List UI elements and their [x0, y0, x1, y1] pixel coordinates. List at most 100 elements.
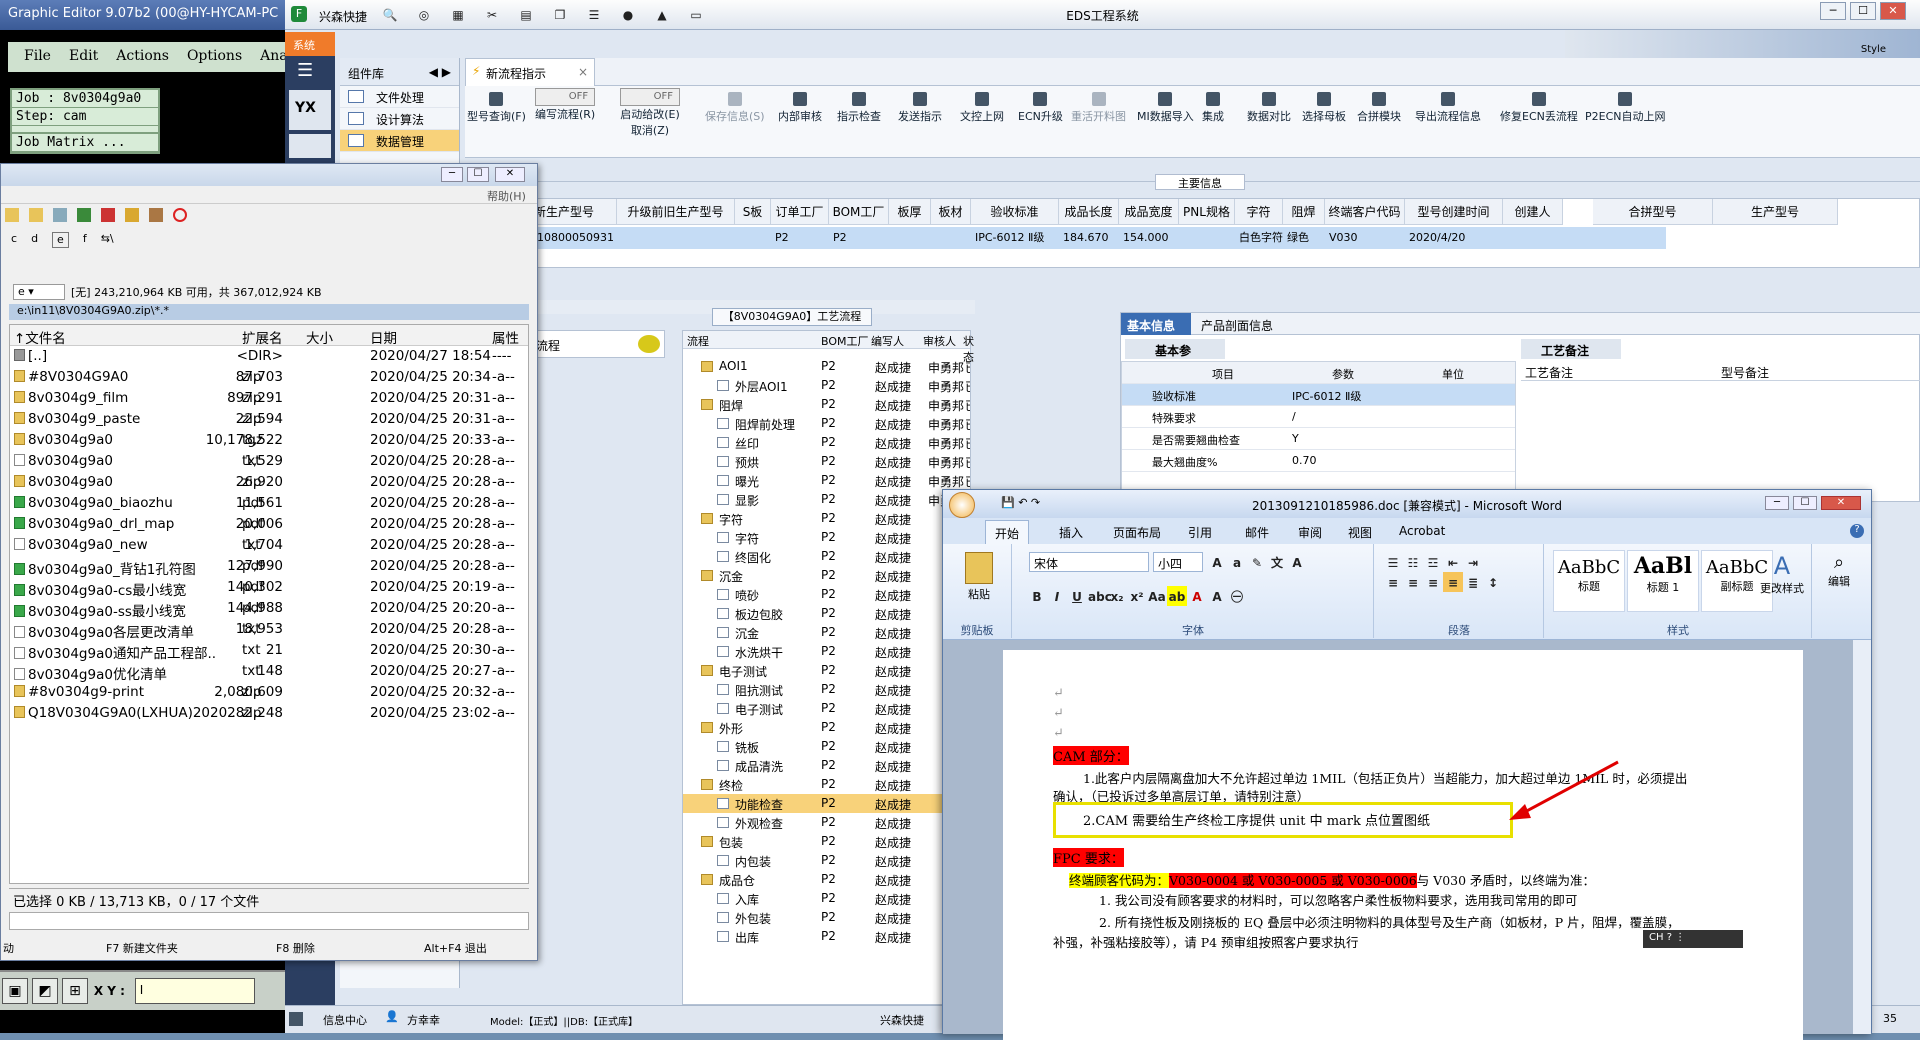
- col-size[interactable]: 大小: [306, 327, 333, 347]
- grid-col-header[interactable]: 成品宽度: [1119, 199, 1179, 225]
- change-case-icon[interactable]: Aa: [1147, 586, 1167, 606]
- ribbon-merge-module[interactable]: 合拼模块: [1357, 92, 1401, 124]
- col-name[interactable]: ↑文件名: [14, 327, 66, 347]
- tools-icon[interactable]: [149, 208, 163, 222]
- flow-row[interactable]: 成品清洗 P2 赵成捷: [683, 756, 970, 775]
- justify-icon[interactable]: ≡: [1443, 572, 1463, 592]
- italic-icon[interactable]: I: [1047, 586, 1067, 606]
- file-row[interactable]: 8v0304g9a0_biaozhu pdf 11,561 2020/04/25 20…: [10, 493, 528, 514]
- process-note-tab[interactable]: 工艺备注: [1521, 339, 1621, 359]
- basic-param-row[interactable]: 最大翘曲度% 0.70: [1122, 450, 1515, 472]
- component-file-processing[interactable]: 文件处理: [340, 86, 459, 108]
- menu-actions[interactable]: Actions: [116, 48, 169, 66]
- flow-row[interactable]: 成品仓 P2 赵成捷: [683, 870, 970, 889]
- flow-row[interactable]: 外包装 P2 赵成捷: [683, 908, 970, 927]
- flow-row[interactable]: 沉金 P2 赵成捷: [683, 566, 970, 585]
- grid-status-icon[interactable]: [289, 1012, 303, 1026]
- font-name-select[interactable]: 宋体: [1029, 552, 1149, 572]
- excel-icon[interactable]: [77, 208, 91, 222]
- network-icon[interactable]: ⇆\: [101, 232, 114, 248]
- strikethrough-icon[interactable]: abc: [1087, 586, 1112, 606]
- subscript-icon[interactable]: x₂: [1107, 586, 1127, 606]
- highlight-icon[interactable]: ab: [1167, 586, 1187, 606]
- ribbon-send-instruction[interactable]: 发送指示: [898, 92, 942, 124]
- measure-tool-icon[interactable]: ◩: [32, 978, 58, 1004]
- grid-col-header[interactable]: 创建人: [1503, 199, 1563, 225]
- fkey-new-folder[interactable]: F7 新建文件夹: [106, 940, 178, 956]
- multilevel-icon[interactable]: ☲: [1423, 552, 1443, 572]
- grid-col-header[interactable]: 字符: [1235, 199, 1283, 225]
- superscript-icon[interactable]: x²: [1127, 586, 1147, 606]
- flow-row[interactable]: 字符 P2 赵成捷: [683, 528, 970, 547]
- panel-icon[interactable]: [289, 134, 331, 158]
- pdf-icon[interactable]: [101, 208, 115, 222]
- file-row[interactable]: 8v0304g9a0 zip 26,920 2020/04/25 20:28 -a--: [10, 472, 528, 493]
- ribbon-data-compare[interactable]: 数据对比: [1247, 92, 1291, 124]
- char-shading-icon[interactable]: A: [1207, 586, 1227, 606]
- align-left-icon[interactable]: ≡: [1383, 572, 1403, 592]
- font-size-select[interactable]: 小四: [1153, 552, 1203, 572]
- info-center-link[interactable]: 信息中心: [323, 1012, 367, 1028]
- flow-row[interactable]: 阻抗测试 P2 赵成捷: [683, 680, 970, 699]
- phonetic-icon[interactable]: 文: [1267, 552, 1287, 572]
- flow-row[interactable]: 曝光P2赵成捷申勇邦已上际: [683, 471, 970, 490]
- flow-row[interactable]: 内包装 P2 赵成捷: [683, 851, 970, 870]
- flow-row[interactable]: 显影P2赵成捷申勇邦已上际: [683, 490, 970, 509]
- file-row[interactable]: 8v0304g9a0 tgz 10,178,522 2020/04/25 20:33-…: [10, 430, 528, 451]
- stop-icon[interactable]: [173, 208, 187, 222]
- style-label[interactable]: Style: [1861, 44, 1886, 55]
- fm-maximize-button[interactable]: ☐: [467, 167, 489, 182]
- basic-sub-tab[interactable]: 基本参数: [1125, 339, 1225, 375]
- fm-help-menu[interactable]: 帮助(H): [487, 188, 526, 204]
- flow-row[interactable]: 电子测试 P2 赵成捷: [683, 661, 970, 680]
- font-color-icon[interactable]: A: [1187, 586, 1207, 606]
- paste-button[interactable]: 粘贴: [949, 550, 1009, 620]
- tab-layout[interactable]: 页面布局: [1113, 524, 1161, 541]
- numbering-icon[interactable]: ☷: [1403, 552, 1423, 572]
- maximize-button[interactable]: ☐: [1850, 2, 1876, 20]
- grid-col-header[interactable]: BOM工厂: [829, 199, 889, 225]
- fm-close-button[interactable]: ✕: [495, 167, 525, 182]
- archive-icon[interactable]: [125, 208, 139, 222]
- fpc-item-1[interactable]: 1. 我公司没有顾客要求的材料时，可以忽略客户柔性板物料要求，选用我司常用的即可: [1099, 890, 1577, 909]
- ribbon-instruction-check[interactable]: 指示检查: [837, 92, 881, 124]
- flow-row[interactable]: 字符 P2 赵成捷: [683, 509, 970, 528]
- tab-profile-info[interactable]: 产品剖面信息: [1201, 317, 1273, 334]
- ribbon-start-change[interactable]: OFF 启动给改(E) 取消(Z): [620, 88, 680, 138]
- ribbon-doc-online[interactable]: 文控上网: [960, 92, 1004, 124]
- job-matrix-button[interactable]: Job Matrix ...: [12, 132, 158, 152]
- flow-row[interactable]: 外形 P2 赵成捷: [683, 718, 970, 737]
- flow-row[interactable]: 铣板 P2 赵成捷: [683, 737, 970, 756]
- file-row[interactable]: 8v0304g9a0-ss最小线宽 pdf 144,988 2020/04/25 20…: [10, 598, 528, 620]
- drive-c[interactable]: c: [11, 232, 17, 248]
- file-row[interactable]: #8v0304g9-print zip 2,080,609 2020/04/25 20…: [10, 682, 528, 703]
- basic-param-row[interactable]: 特殊要求 /: [1122, 406, 1515, 428]
- component-data-management[interactable]: 数据管理: [340, 130, 459, 152]
- word-close-button[interactable]: ✕: [1821, 496, 1861, 510]
- flow-row[interactable]: 终固化 P2 赵成捷: [683, 547, 970, 566]
- ribbon-mi-import[interactable]: MI数据导入: [1137, 92, 1194, 124]
- grow-font-icon[interactable]: A: [1207, 552, 1227, 572]
- style-heading1[interactable]: AaBl 标题 1: [1627, 550, 1699, 612]
- ribbon-p2ecn-auto[interactable]: P2ECN自动上网: [1585, 92, 1666, 124]
- file-row[interactable]: #8V0304G9A0 zip 87,703 2020/04/25 20:34 -a--: [10, 367, 528, 388]
- help-icon[interactable]: ?: [1850, 524, 1864, 538]
- drive-d[interactable]: d: [31, 232, 38, 248]
- word-minimize-button[interactable]: ─: [1765, 496, 1789, 510]
- flow-row[interactable]: 沉金 P2 赵成捷: [683, 623, 970, 642]
- ribbon-select-mother[interactable]: 选择母板: [1302, 92, 1346, 124]
- fpc-heading[interactable]: FPC 要求：: [1053, 848, 1124, 867]
- file-row[interactable]: 8v0304g9_paste zip 22,594 2020/04/25 20:31-…: [10, 409, 528, 430]
- copy-files-icon[interactable]: [53, 208, 67, 222]
- file-row[interactable]: 8v0304g9a0-cs最小线宽 pdf 140,302 2020/04/25 20…: [10, 577, 528, 599]
- increase-indent-icon[interactable]: ⇥: [1463, 552, 1483, 572]
- flow-row[interactable]: 入库 P2 赵成捷: [683, 889, 970, 908]
- flow-row[interactable]: 电子测试 P2 赵成捷: [683, 699, 970, 718]
- tab-insert[interactable]: 插入: [1059, 524, 1083, 541]
- underline-icon[interactable]: U: [1067, 586, 1087, 606]
- file-row[interactable]: 8v0304g9a0_背钻1孔符图 pdf 127,990 2020/04/25 20…: [10, 556, 528, 578]
- system-tab[interactable]: 系统: [285, 32, 335, 56]
- file-row[interactable]: 8v0304g9a0通知产品工程部.. txt 21 2020/04/25 20:30…: [10, 640, 528, 662]
- tab-mailings[interactable]: 邮件: [1245, 524, 1269, 541]
- file-row[interactable]: 8v0304g9a0 txt 1,529 2020/04/25 20:28 -a--: [10, 451, 528, 472]
